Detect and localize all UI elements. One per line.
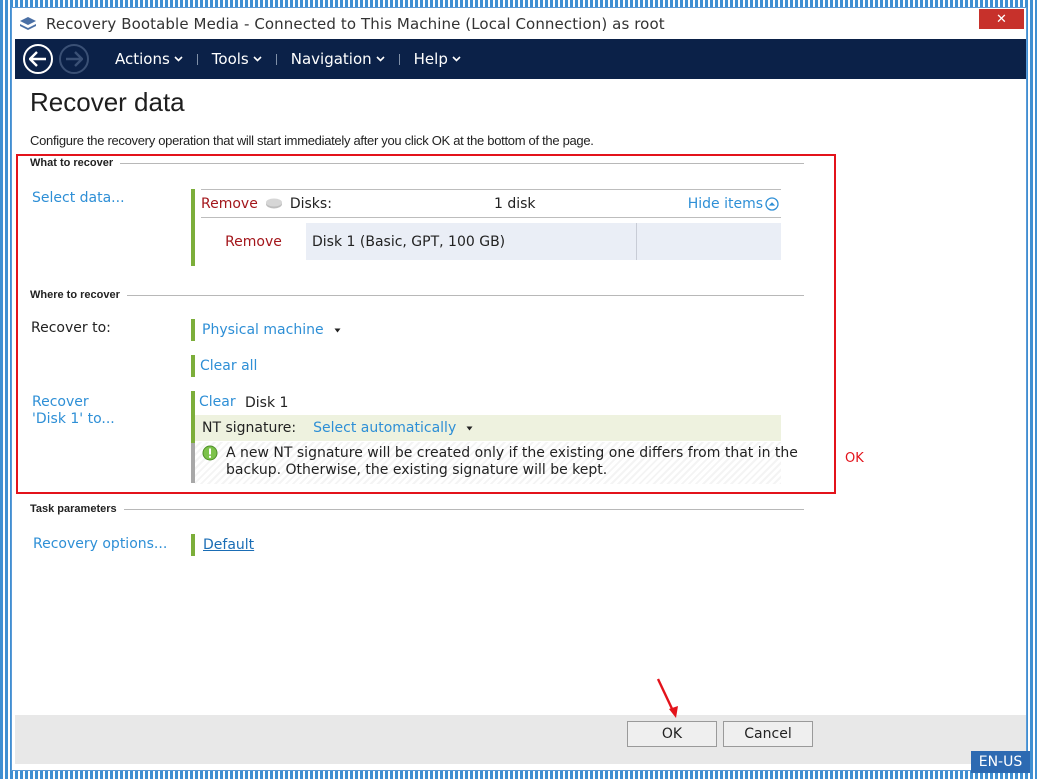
chevron-down-icon: [253, 56, 262, 62]
section-divider: [123, 508, 804, 510]
menu-bar: Actions Tools Navigation Help: [15, 39, 1026, 79]
nt-signature-dropdown[interactable]: Select automatically: [313, 420, 473, 436]
clear-all-link[interactable]: Clear all: [200, 358, 257, 374]
window-title: Recovery Bootable Media - Connected to T…: [46, 14, 665, 33]
info-box: A new NT signature will be created only …: [195, 442, 798, 484]
section-divider: [126, 294, 804, 296]
cancel-button-label: Cancel: [744, 726, 792, 742]
language-label: EN-US: [978, 754, 1023, 770]
green-indicator: [191, 189, 195, 266]
header-disks-label: Disks:: [289, 195, 332, 212]
row-disk-name: Disk 1 (Basic, GPT, 100 GB): [312, 233, 506, 250]
ok-button-label: OK: [661, 726, 683, 742]
page-content: Recover data Configure the recovery oper…: [15, 79, 1026, 715]
disks-header-row: Remove Disks: 1 disk Hide items: [201, 190, 781, 217]
close-icon: ✕: [996, 11, 1007, 27]
disk-icon: [265, 198, 282, 208]
page-description: Configure the recovery operation that wi…: [30, 133, 594, 148]
section-what-to-recover: What to recover: [30, 157, 804, 169]
chevron-down-icon: [174, 56, 183, 62]
menu-help-label: Help: [413, 50, 448, 68]
app-logo-icon: [20, 16, 36, 32]
hide-items-link[interactable]: Hide items: [688, 196, 763, 212]
recover-disk-label-line2[interactable]: 'Disk 1' to...: [32, 411, 115, 427]
menu-navigation[interactable]: Navigation: [291, 50, 385, 68]
nt-signature-row: NT signature: Select automatically: [195, 415, 781, 441]
recover-disk-label-line1[interactable]: Recover: [32, 394, 89, 410]
nt-signature-value: Select automatically: [313, 420, 457, 436]
recovery-options-link[interactable]: Recovery options...: [33, 536, 167, 552]
menu-actions-label: Actions: [115, 50, 170, 68]
menu-separator: [196, 53, 198, 65]
dropdown-arrow-icon: [466, 426, 473, 430]
dropdown-arrow-icon: [334, 328, 341, 332]
footer-bar: OK Cancel: [15, 678, 1026, 764]
menu-tools[interactable]: Tools: [212, 50, 262, 68]
red-arrow-annotation: [656, 678, 678, 718]
row-divider: [636, 223, 637, 260]
header-remove-link[interactable]: Remove: [201, 196, 258, 212]
table-row: Remove Disk 1 (Basic, GPT, 100 GB): [201, 223, 781, 260]
page-title: Recover data: [30, 87, 185, 117]
select-data-link[interactable]: Select data...: [32, 190, 125, 206]
title-bar: Recovery Bootable Media - Connected to T…: [12, 8, 1026, 39]
section-task-parameters-heading: Task parameters: [30, 503, 117, 515]
forward-button[interactable]: [59, 44, 89, 74]
info-icon: [202, 445, 218, 461]
collapse-up-icon[interactable]: [765, 196, 779, 211]
disk-name: Disk 1: [245, 395, 289, 411]
app-window: Recovery Bootable Media - Connected to T…: [11, 7, 1027, 771]
section-where-to-recover-heading: Where to recover: [30, 289, 120, 301]
menu-actions[interactable]: Actions: [115, 50, 183, 68]
menu-tools-label: Tools: [211, 50, 249, 68]
recovery-options-default-link[interactable]: Default: [203, 537, 254, 553]
info-text-line1: A new NT signature will be created only …: [226, 445, 798, 461]
ok-annotation: OK: [845, 451, 864, 466]
clear-link[interactable]: Clear: [199, 394, 236, 410]
table-header-line: [201, 217, 781, 218]
ok-button[interactable]: OK: [627, 721, 717, 747]
recover-to-value: Physical machine: [202, 322, 324, 338]
green-indicator: [191, 534, 195, 556]
chevron-down-icon: [452, 56, 461, 62]
chevron-down-icon: [376, 56, 385, 62]
arrow-right-icon: [66, 51, 83, 67]
recover-to-label: Recover to:: [31, 320, 111, 336]
nt-signature-label: NT signature:: [202, 420, 297, 436]
arrow-left-icon: [29, 51, 46, 67]
green-indicator: [191, 319, 195, 341]
section-where-to-recover: Where to recover: [30, 289, 804, 301]
section-what-to-recover-heading: What to recover: [30, 157, 114, 169]
row-remove-cell: Remove: [201, 223, 306, 260]
menu-help[interactable]: Help: [414, 50, 461, 68]
cancel-button[interactable]: Cancel: [723, 721, 813, 747]
recover-to-dropdown[interactable]: Physical machine: [202, 322, 341, 338]
green-indicator: [191, 355, 195, 377]
row-remove-link[interactable]: Remove: [225, 234, 282, 250]
header-disk-count: 1 disk: [494, 195, 536, 212]
language-indicator[interactable]: EN-US: [971, 751, 1030, 773]
back-button[interactable]: [23, 44, 53, 74]
menu-separator: [398, 53, 400, 65]
section-divider: [120, 162, 804, 164]
info-text-line2: backup. Otherwise, the existing signatur…: [226, 462, 608, 478]
close-button[interactable]: ✕: [979, 9, 1024, 29]
menu-separator: [275, 53, 277, 65]
section-task-parameters: Task parameters: [30, 503, 804, 515]
menu-navigation-label: Navigation: [290, 50, 372, 68]
